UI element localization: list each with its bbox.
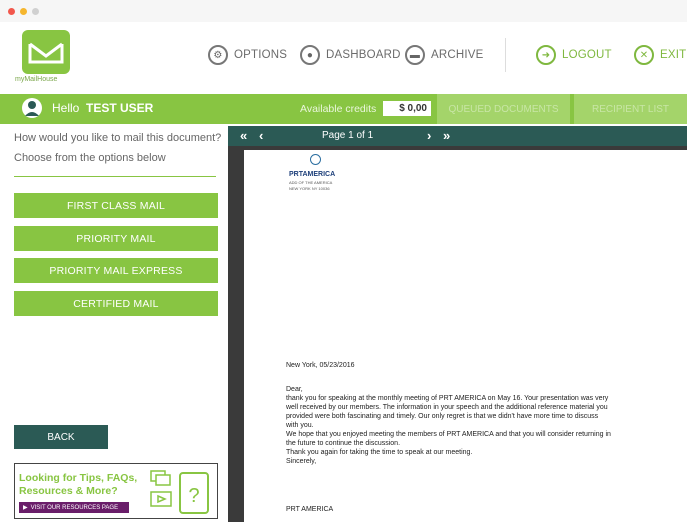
archive-label: ARCHIVE [431, 49, 484, 61]
page-indicator: Page 1 of 1 [322, 130, 374, 141]
visit-resources-button[interactable]: ▶ VISIT OUR RESOURCES PAGE [19, 502, 129, 513]
mail-instruction: Choose from the options below [14, 152, 166, 164]
dashboard-button[interactable]: ● DASHBOARD [300, 38, 401, 72]
user-icon: ● [300, 45, 320, 65]
resources-text: Looking for Tips, FAQs, Resources & More… [19, 472, 138, 497]
mail-question: How would you like to mail this document… [14, 132, 222, 144]
priority-mail-button[interactable]: PRIORITY MAIL [14, 226, 218, 251]
chat-bubble-icon [150, 470, 172, 491]
window-titlebar [0, 0, 687, 22]
help-question-icon: ? [178, 471, 210, 520]
last-page-button[interactable]: » [443, 126, 450, 146]
first-class-mail-button[interactable]: FIRST CLASS MAIL [14, 193, 218, 218]
options-label: OPTIONS [234, 49, 288, 61]
options-button[interactable]: ⚙ OPTIONS [208, 38, 287, 72]
document-logo-name: PRTAMERICA [289, 171, 336, 178]
prev-page-button[interactable]: ‹ [259, 126, 263, 146]
nav-divider [505, 38, 506, 72]
document-body-line: the future to continue the discussion. [286, 440, 401, 447]
archive-button[interactable]: ▬ ARCHIVE [405, 38, 484, 72]
envelope-logo-icon [22, 30, 70, 74]
document-body-line: We hope that you enjoyed meeting the mem… [286, 431, 611, 438]
document-body-line: provided were both fascinating and timel… [286, 413, 599, 420]
archive-icon: ▬ [405, 45, 425, 65]
gear-icon: ⚙ [208, 45, 228, 65]
close-circle-icon: ✕ [634, 45, 654, 65]
document-body-line: Sincerely, [286, 458, 317, 465]
exit-label: EXIT [660, 49, 687, 61]
document-logo-subtitle: ADD OF THE AMERICA [289, 180, 333, 185]
viewer-toolbar [228, 126, 687, 146]
video-icon [150, 490, 172, 513]
document-body-line: with you. [286, 422, 314, 429]
username: TEST USER [86, 101, 154, 115]
back-button[interactable]: BACK [14, 425, 108, 449]
document-logo-address: NEW YORK NY 10036 [289, 186, 330, 191]
divider [14, 176, 216, 177]
dashboard-label: DASHBOARD [326, 49, 401, 61]
credits-value: $ 0,00 [383, 101, 431, 116]
document-date: New York, 05/23/2016 [286, 362, 355, 369]
zoom-window-dot[interactable] [32, 8, 39, 15]
document-body-line: thank you for speaking at the monthly me… [286, 395, 609, 402]
document-signature: PRT AMERICA [286, 506, 334, 513]
logout-arrow-icon: ➜ [536, 45, 556, 65]
logout-label: LOGOUT [562, 49, 612, 61]
play-icon: ▶ [23, 505, 28, 511]
document-body-line: Thank you again for taking the time to s… [286, 449, 473, 456]
certified-mail-button[interactable]: CERTIFIED MAIL [14, 291, 218, 316]
minimize-window-dot[interactable] [20, 8, 27, 15]
exit-button[interactable]: ✕ EXIT [634, 38, 686, 72]
document-page[interactable] [244, 150, 687, 522]
recipient-list-tab[interactable]: RECIPIENT LIST [574, 94, 687, 124]
document-greeting: Dear, [286, 386, 303, 393]
document-logo-icon [310, 154, 321, 165]
next-page-button[interactable]: › [427, 126, 431, 146]
visit-resources-label: VISIT OUR RESOURCES PAGE [30, 504, 119, 511]
logo-text: myMailHouse [15, 76, 58, 83]
document-body-line: well received by our members. The inform… [286, 404, 608, 411]
queued-documents-tab[interactable]: QUEUED DOCUMENTS [437, 94, 570, 124]
first-page-button[interactable]: « [240, 126, 247, 146]
credits-label: Available credits [300, 103, 377, 115]
user-avatar-icon [22, 98, 42, 118]
hello-text: Hello [52, 101, 80, 115]
svg-text:?: ? [188, 485, 199, 507]
close-window-dot[interactable] [8, 8, 15, 15]
priority-mail-express-button[interactable]: PRIORITY MAIL EXPRESS [14, 258, 218, 283]
logout-button[interactable]: ➜ LOGOUT [536, 38, 612, 72]
